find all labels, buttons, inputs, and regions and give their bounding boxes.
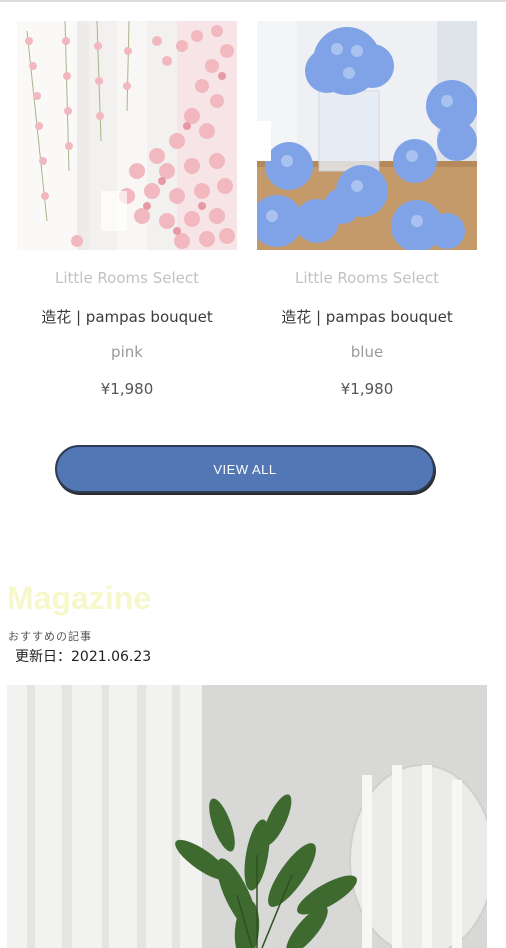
product-grid: Little Rooms Select 造花 | pampas bouquet … — [17, 21, 477, 401]
magazine-heading: Magazine — [7, 580, 152, 616]
product-card[interactable]: Little Rooms Select 造花 | pampas bouquet … — [257, 21, 477, 400]
top-divider — [0, 0, 506, 2]
product-price: ¥1,980 — [340, 380, 394, 398]
magazine-subtitle: おすすめの記事 — [8, 630, 92, 643]
article-image[interactable] — [7, 685, 487, 948]
product-brand: Little Rooms Select — [294, 269, 440, 287]
page-edge — [496, 2, 506, 946]
view-all-button[interactable]: VIEW ALL — [55, 445, 435, 493]
product-variant: pink — [111, 343, 143, 361]
product-variant: blue — [350, 343, 384, 361]
article-updated-date: 更新日：2021.06.23 — [15, 649, 152, 665]
product-card[interactable]: Little Rooms Select 造花 | pampas bouquet … — [17, 21, 237, 400]
product-image-pink[interactable] — [17, 21, 237, 250]
product-price: ¥1,980 — [100, 380, 154, 398]
product-image-blue[interactable] — [257, 21, 477, 250]
product-brand: Little Rooms Select — [54, 269, 200, 287]
product-name[interactable]: 造花 | pampas bouquet — [257, 306, 477, 326]
product-name[interactable]: 造花 | pampas bouquet — [17, 306, 237, 326]
